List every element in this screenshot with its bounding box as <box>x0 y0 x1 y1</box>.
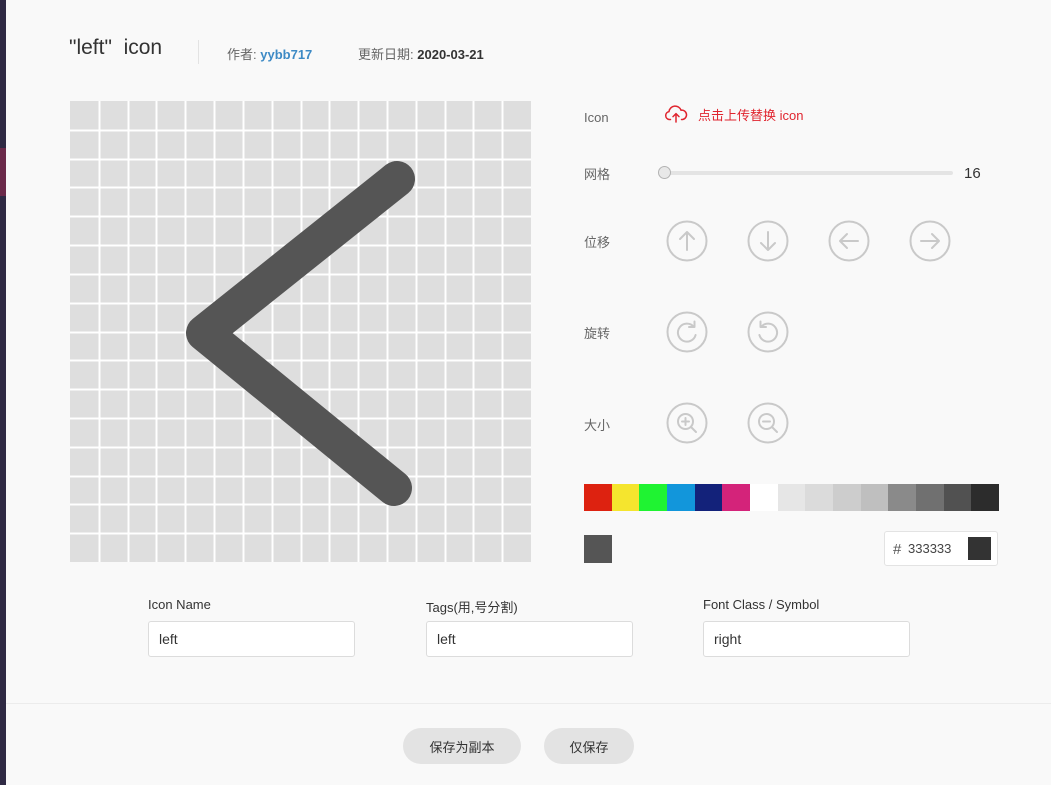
zoom-out-icon <box>747 402 789 444</box>
color-swatch[interactable] <box>694 484 723 511</box>
arrow-right-icon <box>909 220 951 262</box>
color-swatch[interactable] <box>943 484 972 511</box>
current-color-swatch[interactable] <box>584 535 612 563</box>
grid-value: 16 <box>964 165 981 182</box>
hex-color-preview[interactable] <box>968 537 991 560</box>
date-label: 更新日期: <box>358 47 414 62</box>
hex-color-input[interactable] <box>908 541 966 556</box>
icon-name-label: Icon Name <box>148 597 211 612</box>
move-left-button[interactable] <box>828 220 870 262</box>
icon-edit-dialog: "left" icon 作者: yybb717 更新日期: 2020-03-21… <box>6 0 1051 785</box>
font-class-label: Font Class / Symbol <box>703 597 820 612</box>
save-only-button[interactable]: 仅保存 <box>544 728 634 764</box>
author-meta: 作者: yybb717 <box>227 44 312 63</box>
page-title: "left" icon <box>69 36 163 59</box>
color-swatch[interactable] <box>915 484 944 511</box>
color-swatch[interactable] <box>832 484 861 511</box>
rotate-counterclockwise-button[interactable] <box>747 311 789 353</box>
color-swatch[interactable] <box>722 484 750 511</box>
color-swatch[interactable] <box>584 484 612 511</box>
author-link[interactable]: yybb717 <box>260 47 312 62</box>
hex-color-field: # <box>884 531 998 566</box>
rotate-clockwise-button[interactable] <box>666 311 708 353</box>
footer-divider <box>6 703 1051 704</box>
color-swatch[interactable] <box>666 484 695 511</box>
color-swatch[interactable] <box>611 484 640 511</box>
color-swatch[interactable] <box>749 484 778 511</box>
color-swatch[interactable] <box>888 484 916 511</box>
rotate-label: 旋转 <box>584 326 611 341</box>
grid-slider-track[interactable] <box>665 171 953 175</box>
icon-label: Icon <box>584 110 609 125</box>
grid-slider-handle[interactable] <box>658 166 671 179</box>
size-label: 大小 <box>584 418 611 433</box>
zoom-in-button[interactable] <box>666 402 708 444</box>
upload-icon-button[interactable]: 点击上传替换 icon <box>664 104 803 124</box>
author-label: 作者: <box>227 47 257 62</box>
icon-canvas[interactable] <box>70 101 531 562</box>
move-down-button[interactable] <box>747 220 789 262</box>
font-class-input[interactable] <box>703 621 910 657</box>
title-divider <box>198 40 199 64</box>
move-right-button[interactable] <box>909 220 951 262</box>
color-swatch[interactable] <box>971 484 999 511</box>
tags-input[interactable] <box>426 621 633 657</box>
tags-label: Tags(用,号分割) <box>426 600 518 615</box>
upload-text: 点击上传替换 icon <box>698 107 804 123</box>
rotate-counterclockwise-icon <box>747 311 789 353</box>
arrow-down-icon <box>747 220 789 262</box>
arrow-up-icon <box>666 220 708 262</box>
zoom-out-button[interactable] <box>747 402 789 444</box>
move-up-button[interactable] <box>666 220 708 262</box>
color-swatch[interactable] <box>805 484 833 511</box>
hex-hash-symbol: # <box>893 541 902 558</box>
arrow-left-icon <box>828 220 870 262</box>
move-label: 位移 <box>584 235 611 250</box>
zoom-in-icon <box>666 402 708 444</box>
cloud-upload-icon <box>665 105 688 123</box>
icon-name-input[interactable] <box>148 621 355 657</box>
color-swatch[interactable] <box>639 484 667 511</box>
grid-label: 网格 <box>584 167 611 182</box>
date-value: 2020-03-21 <box>417 47 484 62</box>
color-palette <box>584 484 999 511</box>
date-meta: 更新日期: 2020-03-21 <box>358 44 484 63</box>
rotate-clockwise-icon <box>666 311 708 353</box>
color-swatch[interactable] <box>860 484 889 511</box>
color-swatch[interactable] <box>777 484 806 511</box>
save-as-copy-button[interactable]: 保存为副本 <box>403 728 521 764</box>
